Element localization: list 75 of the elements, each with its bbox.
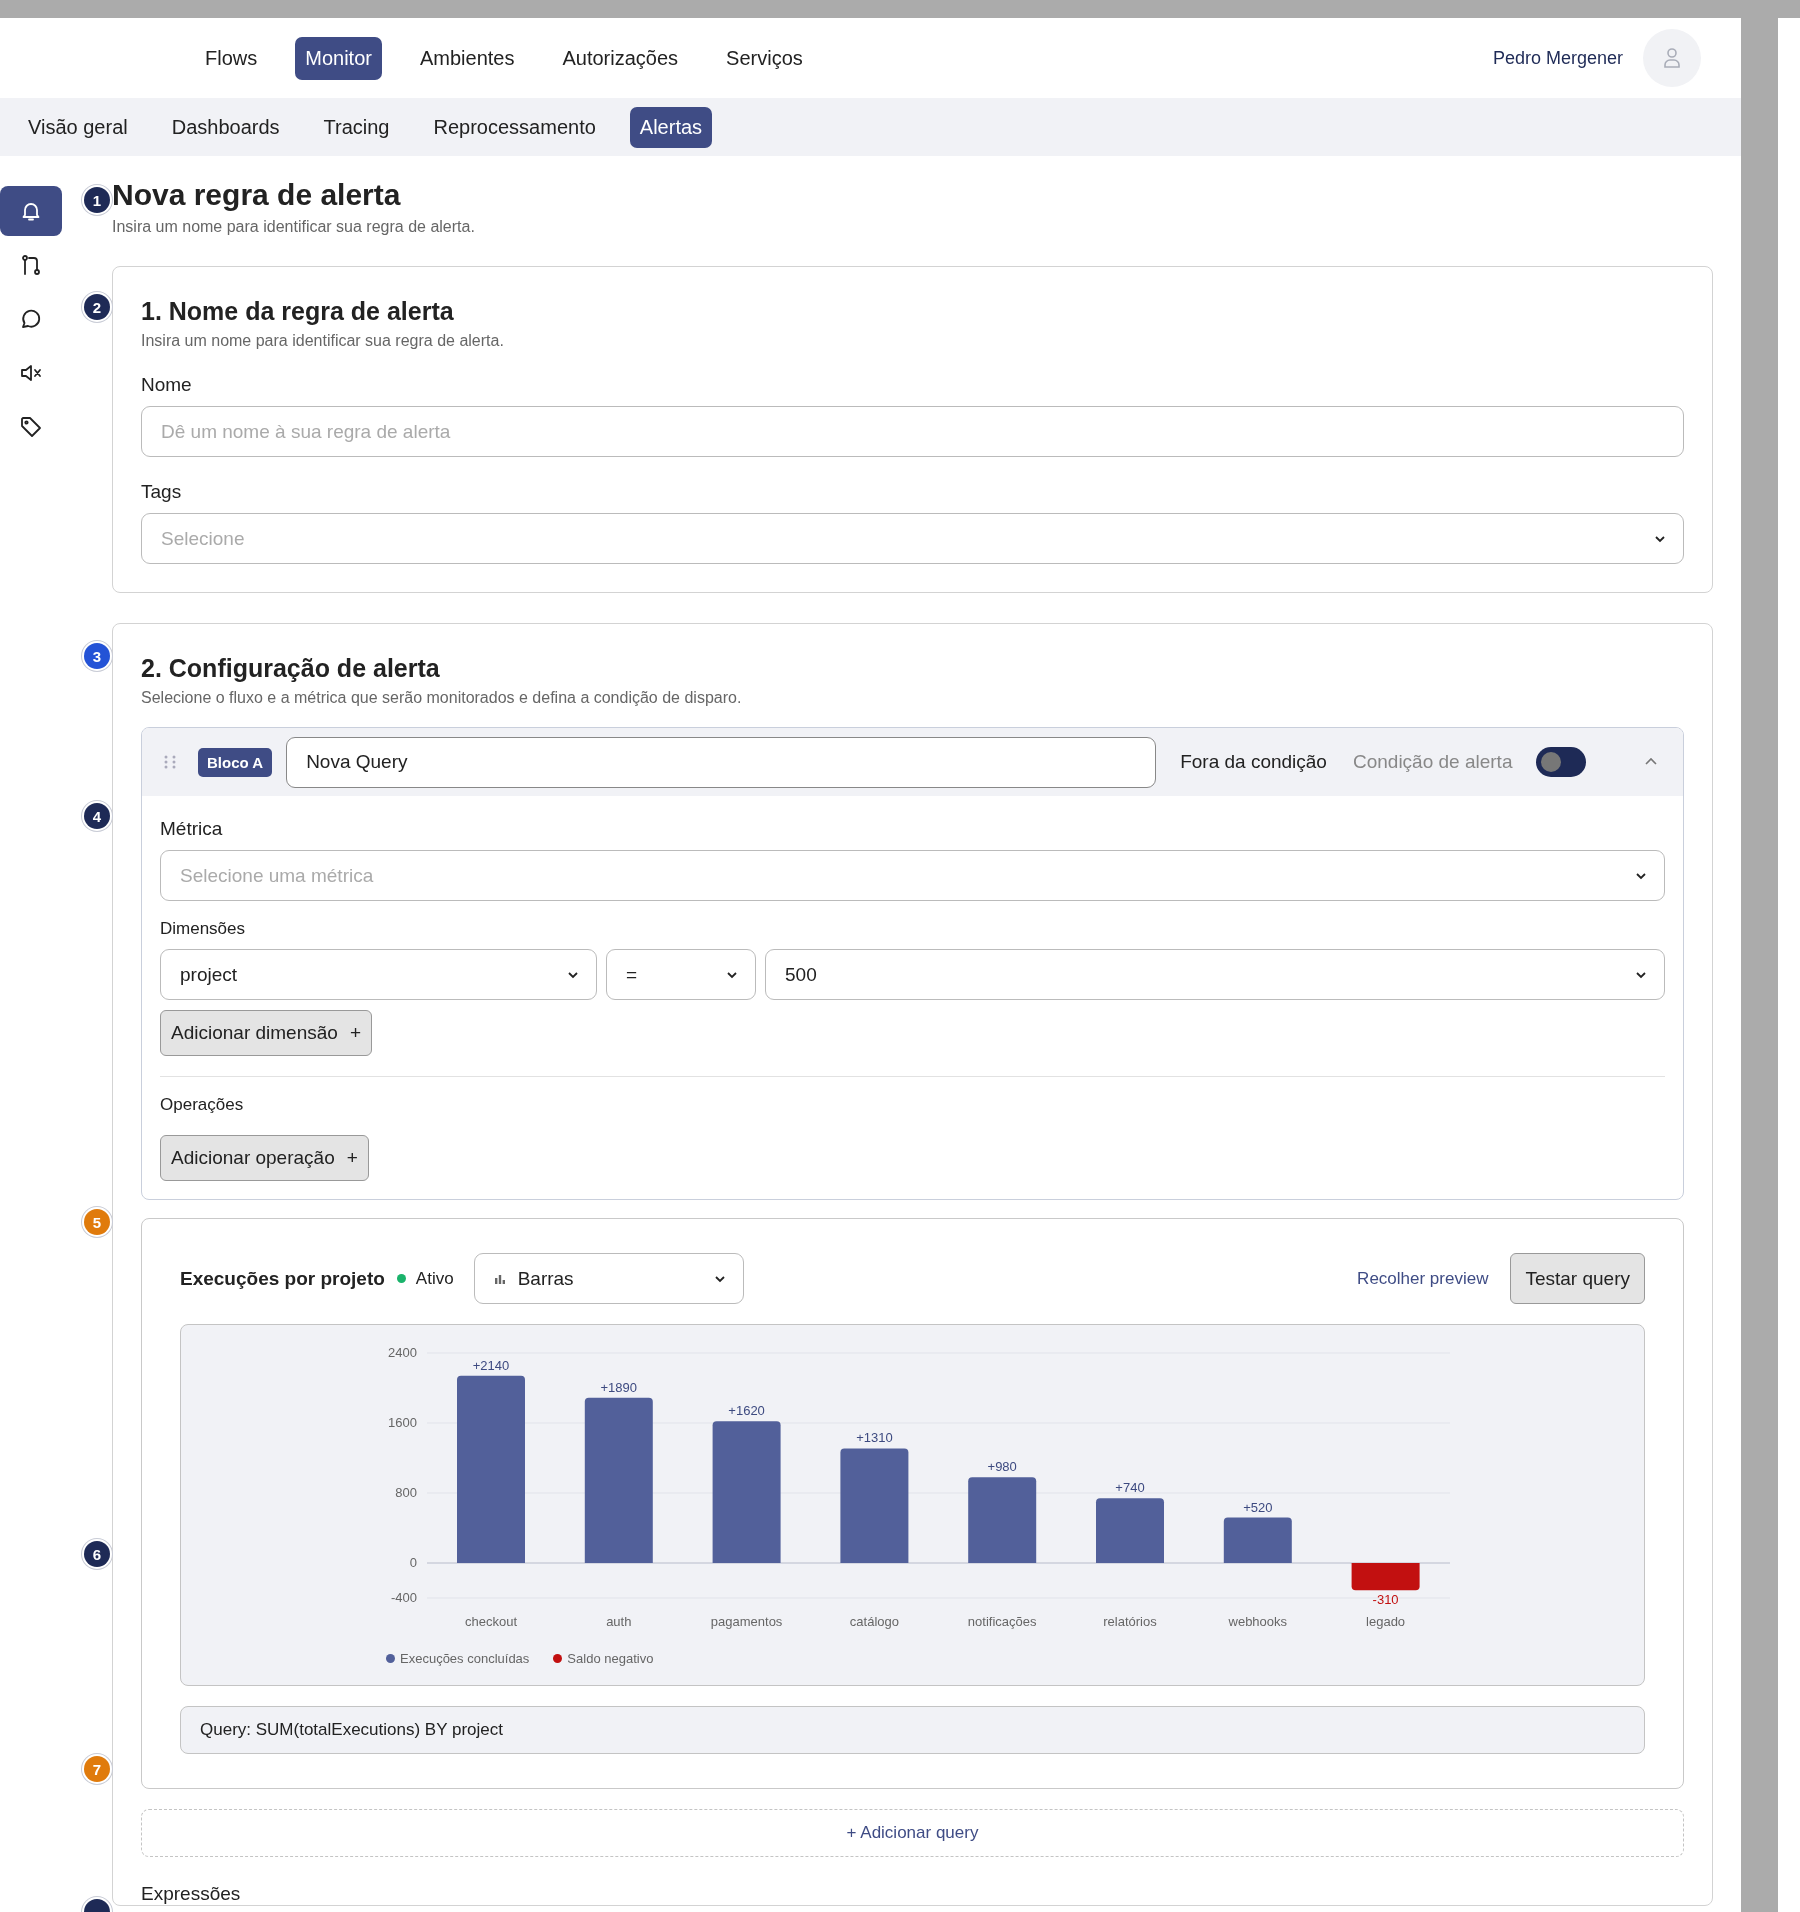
name-field[interactable]: Dê um nome à sua regra de alerta (141, 406, 1684, 457)
category-label: catálogo (849, 1614, 899, 1629)
bar-chart-icon (493, 1272, 506, 1285)
step-marker: 1 (84, 187, 110, 213)
chart-type-select[interactable]: Barras (473, 1253, 744, 1304)
step-marker: 7 (84, 1756, 110, 1782)
category-label: pagamentos (710, 1614, 783, 1629)
page-subtitle: Insira um nome para identificar sua regra de alerta. (112, 218, 476, 236)
sub-nav-tab[interactable]: Visão geral (18, 106, 138, 148)
page-title: Nova regra de alerta (112, 178, 402, 212)
value-label: +520 (1243, 1499, 1273, 1515)
user-name: Pedro Mergener (1492, 47, 1623, 69)
nav-tab[interactable]: Monitor (295, 36, 382, 80)
axis-tick-label: 0 (409, 1555, 417, 1570)
step-marker: 3 (84, 643, 110, 669)
category-label: relatórios (1103, 1614, 1157, 1629)
block-badge: Bloco A (198, 747, 273, 777)
bell-icon[interactable] (0, 186, 62, 236)
add-dimension-button[interactable]: Adicionar dimensão + (160, 1010, 372, 1056)
category-label: legado (1366, 1614, 1406, 1629)
alert-toggle[interactable] (1536, 747, 1587, 777)
value-label: +740 (1115, 1480, 1145, 1496)
drag-handle-icon[interactable] (162, 754, 178, 770)
sub-nav-tab[interactable]: Tracing (313, 106, 400, 148)
add-query-button[interactable]: + Adicionar query (141, 1809, 1684, 1857)
dimension-select[interactable]: project (160, 949, 597, 1000)
category-label: auth (606, 1614, 632, 1629)
category-label: checkout (465, 1614, 517, 1629)
add-operation-button[interactable]: Adicionar operação + (160, 1135, 369, 1181)
nav-tab[interactable]: Serviços (716, 36, 813, 80)
field-label: Nome (141, 374, 193, 396)
legend-label: Saldo negativo (567, 1651, 654, 1666)
axis-tick-label: 2400 (388, 1345, 417, 1360)
nav-tab[interactable]: Autorizações (552, 36, 689, 80)
section-subtitle: Selecione o fluxo e a métrica que serão monitorados e defina a condição de disparo. (141, 689, 743, 707)
operator-select[interactable]: = (606, 949, 756, 1000)
field-label: Operações (160, 1095, 245, 1115)
nav-tab[interactable]: Flows (195, 36, 268, 80)
value-label: +980 (987, 1459, 1017, 1475)
axis-tick-label: 1600 (388, 1415, 417, 1430)
category-label: notificações (967, 1614, 1037, 1629)
section-label: Expressões (141, 1883, 242, 1905)
legend-label: Execuções concluídas (400, 1651, 530, 1666)
field-label: Dimensões (160, 919, 247, 939)
step-marker: 4 (84, 803, 110, 829)
field-label: Métrica (160, 818, 224, 840)
step-marker: 5 (84, 1209, 110, 1235)
sub-nav-tab[interactable]: Alertas (629, 106, 713, 148)
value-label: +1890 (600, 1379, 638, 1395)
axis-tick-label: -400 (390, 1590, 417, 1605)
value-label: +1310 (856, 1430, 893, 1446)
query-text: Query: SUM(totalExecutions) BY project (180, 1706, 1645, 1754)
value-label: +2140 (472, 1357, 510, 1373)
test-query-button[interactable]: Testar query (1510, 1253, 1645, 1304)
status-label: Ativo (415, 1268, 454, 1289)
field-label: Tags (141, 481, 183, 503)
step-marker: 2 (84, 294, 110, 320)
section-title: 1. Nome da regra de alerta (141, 297, 455, 326)
value-label: -310 (1372, 1592, 1399, 1608)
nav-tab[interactable]: Ambientes (409, 36, 525, 80)
state-label: Fora da condição (1180, 751, 1327, 773)
chart-title: Execuções por projeto (180, 1267, 385, 1290)
axis-tick-label: 800 (395, 1485, 417, 1500)
sub-nav-tab[interactable]: Reprocessamento (423, 106, 606, 148)
collapse-preview-link[interactable]: Recolher preview (1357, 1268, 1489, 1289)
step-marker: 6 (84, 1541, 110, 1567)
section-subtitle: Insira um nome para identificar sua regra de alerta. (141, 332, 505, 350)
sub-nav-tab[interactable]: Dashboards (161, 106, 290, 148)
value-label: +1620 (728, 1403, 765, 1419)
value-select[interactable]: 500 (765, 949, 1665, 1000)
query-name-field[interactable]: Nova Query (286, 736, 1157, 788)
category-label: webhooks (1228, 1614, 1288, 1629)
section-title: 2. Configuração de alerta (141, 654, 441, 683)
toggle-label: Condição de alerta (1352, 751, 1513, 773)
status-dot-icon (396, 1274, 406, 1283)
